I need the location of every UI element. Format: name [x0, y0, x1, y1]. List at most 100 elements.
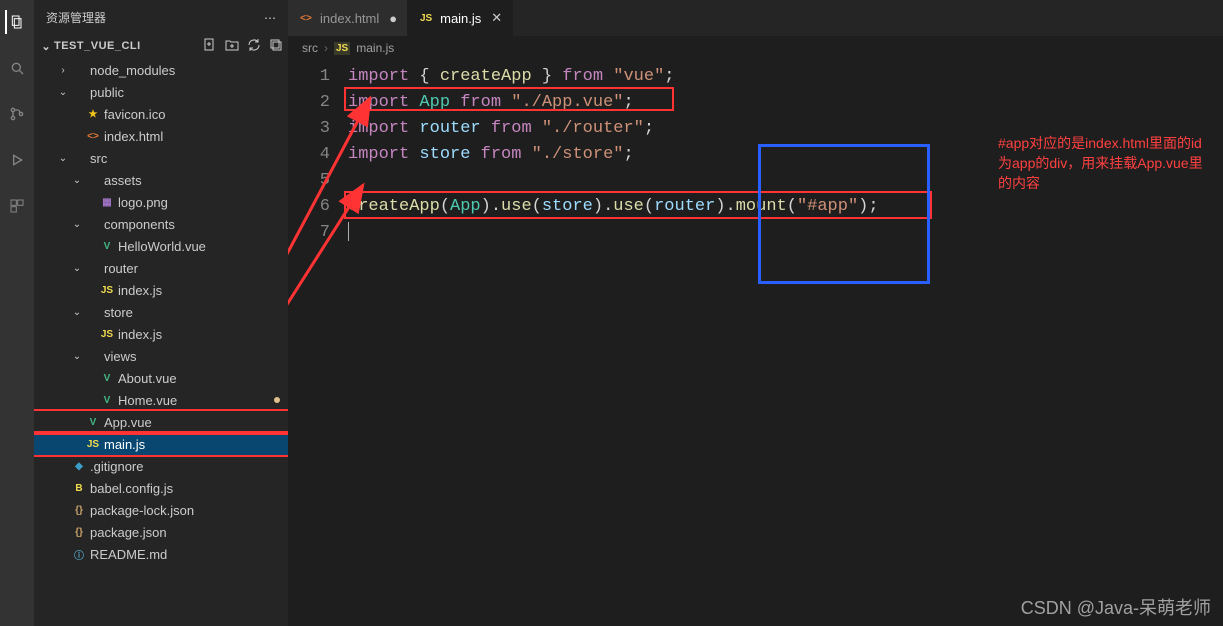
folder-item[interactable]: ⌄public	[34, 81, 288, 103]
modified-indicator	[274, 397, 280, 403]
close-icon[interactable]: ✕	[491, 10, 502, 26]
chevron-right-icon: ›	[324, 41, 328, 55]
tab-bar: <> index.html ● JS main.js ✕	[288, 0, 1223, 36]
line-number: 4	[288, 142, 330, 168]
chevron-icon: ⌄	[70, 351, 84, 362]
activity-extensions-icon[interactable]	[5, 194, 29, 218]
file-item[interactable]: Bbabel.config.js	[34, 477, 288, 499]
tab-label: main.js	[440, 11, 481, 26]
tree-item-label: store	[104, 305, 133, 320]
activity-bar	[0, 0, 34, 626]
breadcrumb-seg[interactable]: main.js	[356, 41, 394, 55]
tree-item-label: router	[104, 261, 138, 276]
folder-item[interactable]: ⌄ components	[34, 213, 288, 235]
star-icon: ★	[84, 109, 102, 120]
tree-item-label: public	[90, 85, 124, 100]
file-item[interactable]: ▦logo.png	[34, 191, 288, 213]
tab-label: index.html	[320, 11, 379, 26]
file-item[interactable]: JSindex.js	[34, 323, 288, 345]
tree-item-label: views	[104, 349, 137, 364]
folder-item[interactable]: ⌄router	[34, 257, 288, 279]
tree-item-label: logo.png	[118, 195, 168, 210]
file-item[interactable]: JSmain.js	[34, 433, 288, 455]
tree-item-label: package-lock.json	[90, 503, 194, 518]
tree-item-label: App.vue	[104, 415, 152, 430]
js-icon: JS	[98, 285, 116, 296]
file-item[interactable]: {}package.json	[34, 521, 288, 543]
sidebar-title: 资源管理器	[46, 9, 264, 26]
activity-source-control-icon[interactable]	[5, 102, 29, 126]
tree-item-label: favicon.ico	[104, 107, 165, 122]
line-number: 2	[288, 90, 330, 116]
tree-item-label: .gitignore	[90, 459, 143, 474]
tree-item-label: About.vue	[118, 371, 177, 386]
tree-item-label: assets	[104, 173, 142, 188]
json-icon: {}	[70, 527, 88, 538]
file-item[interactable]: VApp.vue	[34, 411, 288, 433]
vue-icon: V	[98, 395, 116, 406]
line-number: 6	[288, 194, 330, 220]
js-icon: JS	[418, 13, 434, 24]
sidebar-header: 资源管理器 ⋯	[34, 0, 288, 35]
line-number: 5	[288, 168, 330, 194]
breadcrumb-seg[interactable]: src	[302, 41, 318, 55]
project-header[interactable]: ⌄ TEST_VUE_CLI	[34, 35, 288, 57]
breadcrumb[interactable]: src › JS main.js	[288, 36, 1223, 60]
new-file-icon[interactable]	[202, 37, 218, 56]
file-item[interactable]: VHelloWorld.vue	[34, 235, 288, 257]
file-tree: ›node_modules⌄public★favicon.ico<>index.…	[34, 57, 288, 626]
watermark: CSDN @Java-呆萌老师	[1021, 594, 1211, 620]
folder-item[interactable]: ⌄ views	[34, 345, 288, 367]
dirty-indicator[interactable]: ●	[389, 11, 397, 26]
line-number: 1	[288, 64, 330, 90]
tab-index-html[interactable]: <> index.html ●	[288, 0, 408, 36]
file-item[interactable]: ◆.gitignore	[34, 455, 288, 477]
tree-item-label: README.md	[90, 547, 167, 562]
vue-icon: V	[98, 241, 116, 252]
activity-run-debug-icon[interactable]	[5, 148, 29, 172]
file-item[interactable]: JSindex.js	[34, 279, 288, 301]
folder-item[interactable]: ⌄store	[34, 301, 288, 323]
folder-item[interactable]: ›node_modules	[34, 59, 288, 81]
line-number: 3	[288, 116, 330, 142]
chevron-down-icon: ⌄	[38, 40, 54, 53]
chevron-icon: ⌄	[70, 219, 84, 230]
tree-item-label: index.html	[104, 129, 163, 144]
new-folder-icon[interactable]	[224, 37, 240, 56]
refresh-icon[interactable]	[246, 37, 262, 56]
js-icon: JS	[334, 42, 350, 55]
file-item[interactable]: ⓘREADME.md	[34, 543, 288, 565]
babel-icon: B	[70, 483, 88, 494]
activity-search-icon[interactable]	[5, 56, 29, 80]
explorer-sidebar: 资源管理器 ⋯ ⌄ TEST_VUE_CLI ›node_modules⌄pub…	[34, 0, 288, 626]
line-gutter: 1234567	[288, 60, 348, 626]
js-icon: JS	[98, 329, 116, 340]
file-item[interactable]: <>index.html	[34, 125, 288, 147]
vue-icon: V	[98, 373, 116, 384]
file-item[interactable]: VHome.vue	[34, 389, 288, 411]
project-name: TEST_VUE_CLI	[54, 40, 202, 52]
file-item[interactable]: ★favicon.ico	[34, 103, 288, 125]
tree-item-label: Home.vue	[118, 393, 177, 408]
sidebar-more-icon[interactable]: ⋯	[264, 11, 276, 25]
tree-item-label: src	[90, 151, 107, 166]
tree-item-label: node_modules	[90, 63, 175, 78]
html-icon: <>	[298, 13, 314, 24]
folder-item[interactable]: ⌄assets	[34, 169, 288, 191]
annotation-text: #app对应的是index.html里面的id为app的div，用来挂载App.…	[998, 133, 1208, 193]
line-number: 7	[288, 220, 330, 246]
info-icon: ⓘ	[70, 547, 88, 562]
collapse-all-icon[interactable]	[268, 37, 284, 56]
file-item[interactable]: VAbout.vue	[34, 367, 288, 389]
image-icon: ▦	[98, 197, 116, 208]
folder-item[interactable]: ⌄src	[34, 147, 288, 169]
file-item[interactable]: {}package-lock.json	[34, 499, 288, 521]
tree-item-label: babel.config.js	[90, 481, 173, 496]
tab-main-js[interactable]: JS main.js ✕	[408, 0, 513, 36]
json-icon: {}	[70, 505, 88, 516]
git-icon: ◆	[70, 461, 88, 472]
activity-explorer-icon[interactable]	[5, 10, 29, 34]
tree-item-label: HelloWorld.vue	[118, 239, 206, 254]
tree-item-label: main.js	[104, 437, 145, 452]
tree-item-label: components	[104, 217, 175, 232]
